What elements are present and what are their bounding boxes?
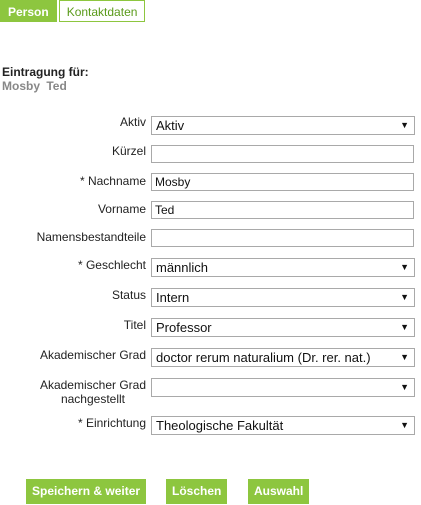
delete-button[interactable]: Löschen <box>166 479 228 504</box>
vorname-label: Vorname <box>97 202 146 216</box>
person-name: Mosby Ted <box>2 79 67 93</box>
namensbestandteile-field[interactable] <box>151 229 414 247</box>
tab-kontaktdaten[interactable]: Kontaktdaten <box>58 0 146 22</box>
akad-grad-select[interactable]: doctor rerum naturalium (Dr. rer. nat.) … <box>151 348 415 367</box>
chevron-down-icon: ▼ <box>400 292 409 302</box>
aktiv-select-value: Aktiv <box>156 118 185 133</box>
vorname-field[interactable] <box>151 201 414 219</box>
aktiv-label: Aktiv <box>119 115 146 129</box>
titel-select[interactable]: Professor ▼ <box>151 318 415 337</box>
titel-select-value: Professor <box>156 320 212 335</box>
akad-grad-select-value: doctor rerum naturalium (Dr. rer. nat.) <box>156 350 371 365</box>
akad-grad-nach-label: Akademischer Grad nachgestellt <box>40 378 146 406</box>
status-label: Status <box>111 288 146 302</box>
status-select-value: Intern <box>156 290 190 305</box>
einrichtung-label: * Einrichtung <box>77 416 146 430</box>
select-button[interactable]: Auswahl <box>248 479 310 504</box>
einrichtung-select-value: Theologische Fakultät <box>156 418 284 433</box>
namensbestandteile-label: Namensbestandteile <box>36 230 146 244</box>
aktiv-select[interactable]: Aktiv ▼ <box>151 116 415 135</box>
chevron-down-icon: ▼ <box>400 382 409 392</box>
tab-person[interactable]: Person <box>0 0 57 22</box>
kuerzel-field[interactable] <box>151 145 414 163</box>
status-select[interactable]: Intern ▼ <box>151 288 415 307</box>
akad-grad-nach-select[interactable]: ▼ <box>151 378 415 397</box>
chevron-down-icon: ▼ <box>400 120 409 130</box>
akad-grad-label: Akademischer Grad <box>39 348 146 362</box>
save-continue-button[interactable]: Speichern & weiter <box>26 479 147 504</box>
tab-bar: Person Kontaktdaten <box>0 0 146 24</box>
entry-label: Eintragung für: <box>2 65 89 79</box>
nachname-label: * Nachname <box>79 174 146 188</box>
geschlecht-select[interactable]: männlich ▼ <box>151 258 415 277</box>
kuerzel-label: Kürzel <box>111 144 146 158</box>
einrichtung-select[interactable]: Theologische Fakultät ▼ <box>151 416 415 435</box>
chevron-down-icon: ▼ <box>400 262 409 272</box>
chevron-down-icon: ▼ <box>400 322 409 332</box>
nachname-field[interactable] <box>151 173 414 191</box>
chevron-down-icon: ▼ <box>400 352 409 362</box>
akad-grad-nach-label-line2: nachgestellt <box>60 392 125 406</box>
geschlecht-label: * Geschlecht <box>77 258 146 272</box>
akad-grad-nach-label-line1: Akademischer Grad <box>39 378 146 392</box>
geschlecht-select-value: männlich <box>156 260 209 275</box>
titel-label: Titel <box>123 318 146 332</box>
chevron-down-icon: ▼ <box>400 420 409 430</box>
